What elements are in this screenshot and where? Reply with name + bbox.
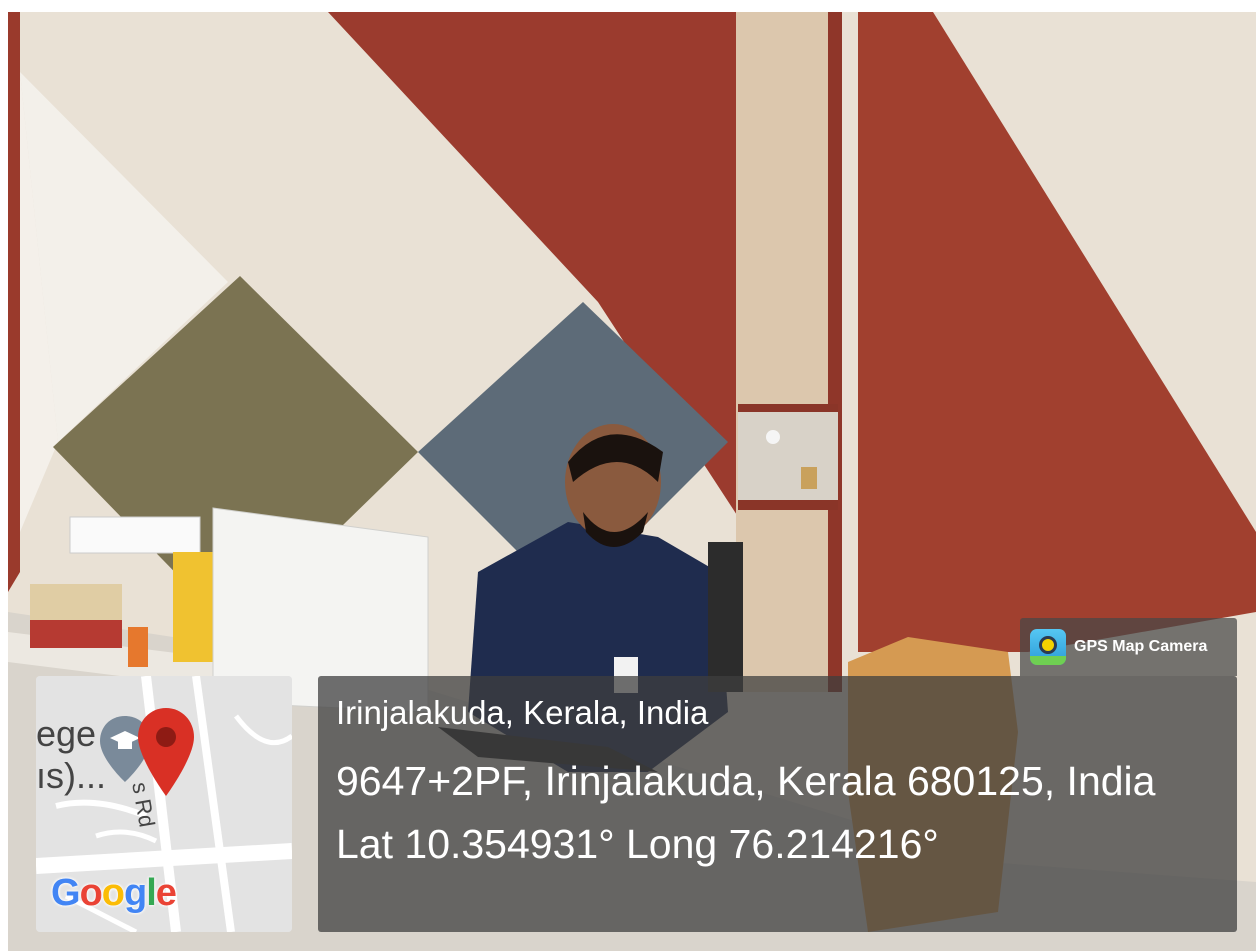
location-title: Irinjalakuda, Kerala, India	[336, 694, 709, 731]
map-label-top: ege	[36, 713, 97, 754]
coordinates-line: Lat 10.354931° Long 76.214216°	[336, 821, 939, 867]
google-logo: Google	[51, 872, 177, 914]
address-line: 9647+2PF, Irinjalakuda, Kerala 680125, I…	[336, 758, 1156, 804]
gps-map-camera-badge: GPS Map Camera	[1020, 618, 1237, 676]
gps-map-camera-logo-icon	[1030, 629, 1066, 665]
location-pin-icon	[138, 708, 194, 796]
map-thumbnail: ege ıs)... Fr s Rd Google	[36, 676, 292, 932]
photo: GPS Map Camera Irinjalakuda, Kerala, Ind…	[8, 12, 1256, 951]
gps-badge-label: GPS Map Camera	[1074, 638, 1208, 655]
location-info-panel: Irinjalakuda, Kerala, India 9647+2PF, Ir…	[318, 676, 1237, 932]
map-label-bottom: ıs)...	[36, 755, 106, 796]
